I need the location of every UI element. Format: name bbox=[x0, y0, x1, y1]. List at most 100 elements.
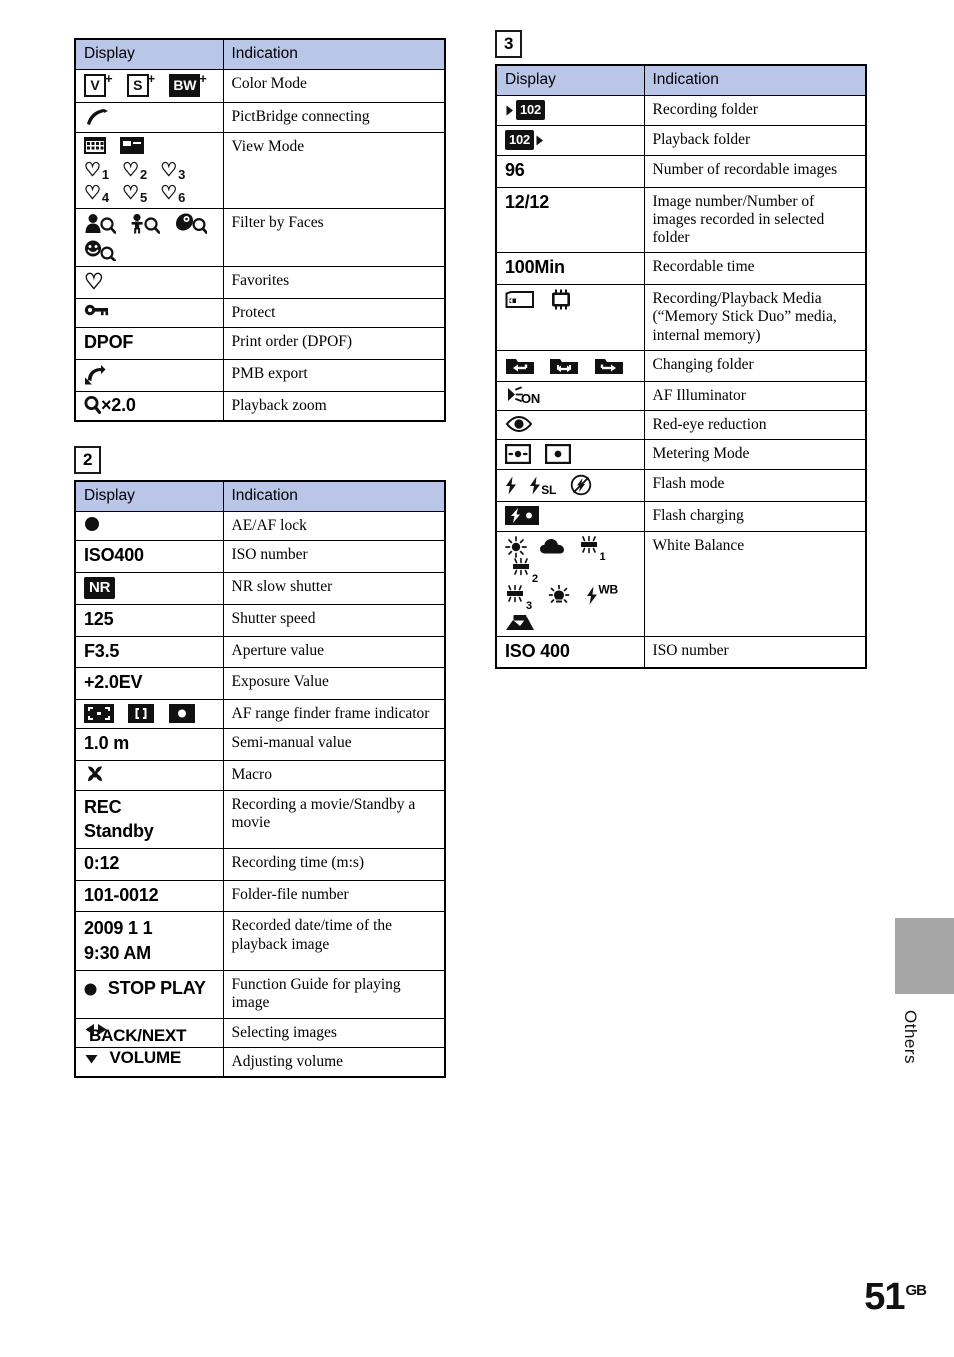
display-cell: 2009 1 1 9:30 AM bbox=[74, 911, 224, 972]
column-header-display: Display bbox=[74, 480, 224, 513]
display-cell: 0:12 bbox=[74, 848, 224, 881]
display-text: ISO400 bbox=[84, 545, 144, 566]
table-row: Red-eye reduction bbox=[495, 410, 867, 441]
indication-cell: Print order (DPOF) bbox=[222, 327, 446, 360]
af-frame-corners-icon bbox=[84, 703, 114, 723]
filmstrip-icon bbox=[120, 137, 145, 154]
section-side-label: Others bbox=[901, 1010, 920, 1065]
nr-box-icon: NR bbox=[84, 577, 116, 600]
table-row: Macro bbox=[74, 759, 446, 791]
table-row: Protect bbox=[74, 297, 446, 329]
display-text: ISO 400 bbox=[505, 640, 570, 661]
display-cell bbox=[495, 439, 645, 471]
table-row: ♡1 ♡2 ♡3 ♡4 ♡5 ♡6 View Mode bbox=[74, 132, 446, 209]
display-cell bbox=[74, 208, 224, 267]
column-header-display: Display bbox=[495, 64, 645, 96]
indication-cell: Red-eye reduction bbox=[643, 410, 867, 441]
table-row: AF range finder frame indicator bbox=[74, 698, 446, 730]
display-cell bbox=[74, 759, 224, 791]
af-illuminator-label: ON bbox=[521, 391, 541, 407]
wb-fluorescent-2-icon: 2 bbox=[511, 557, 538, 584]
display-cell: 1.0 m bbox=[74, 728, 224, 761]
af-frame-dot-icon bbox=[168, 703, 195, 723]
indication-cell: Recording/Playback Media (“Memory Stick … bbox=[643, 284, 867, 351]
table-row: DPOF Print order (DPOF) bbox=[74, 327, 446, 360]
down-arrow-icon bbox=[84, 1052, 99, 1065]
metering-multi-icon bbox=[505, 444, 531, 465]
display-text: 2009 1 1 9:30 AM bbox=[84, 918, 153, 963]
display-cell: 1 2 3 WB bbox=[495, 530, 645, 637]
left-right-arrow-icon bbox=[84, 1023, 108, 1036]
table-row: 125 Shutter speed bbox=[74, 604, 446, 637]
color-mode-sepia-icon: S + bbox=[126, 72, 155, 97]
table-row: STOP PLAY Function Guide for playing ima… bbox=[74, 970, 446, 1019]
table-row: 101-0012 Folder-file number bbox=[74, 879, 446, 913]
indication-cell: PMB export bbox=[222, 358, 446, 392]
display-text: 101-0012 bbox=[84, 884, 159, 905]
af-frame-brackets-icon bbox=[128, 703, 155, 723]
macro-flower-icon bbox=[84, 765, 106, 785]
table-row: AE/AF lock bbox=[74, 511, 446, 542]
display-cell bbox=[74, 511, 224, 542]
face-smile-search-icon bbox=[84, 240, 116, 261]
right-column: 3 Display Indication 102 Recording folde… bbox=[495, 30, 867, 670]
table-row: 96 Number of recordable images bbox=[495, 155, 867, 188]
indication-cell: Semi-manual value bbox=[222, 728, 446, 761]
table-header-row: Display Indication bbox=[74, 38, 446, 70]
indication-cell: Playback folder bbox=[643, 125, 867, 156]
table-row: PictBridge connecting bbox=[74, 102, 446, 133]
view-mode-heart-2: ♡2 bbox=[122, 160, 147, 182]
table-row: 1 2 3 WB White Balance bbox=[495, 530, 867, 637]
internal-memory-chip-icon bbox=[549, 289, 573, 310]
display-cell: ♡1 ♡2 ♡3 ♡4 ♡5 ♡6 bbox=[74, 132, 224, 209]
filled-circle-icon bbox=[84, 976, 97, 1000]
wb-fluorescent-3-icon: 3 bbox=[505, 585, 532, 612]
display-text: 100Min bbox=[505, 257, 565, 278]
indication-cell: PictBridge connecting bbox=[222, 102, 446, 133]
indication-cell: Flash mode bbox=[643, 469, 867, 503]
display-text: 12/12 bbox=[505, 191, 550, 212]
table-row: +2.0EV Exposure Value bbox=[74, 667, 446, 700]
display-cell: ISO400 bbox=[74, 540, 224, 574]
recording-folder-number: 102 bbox=[516, 100, 546, 120]
flash-on-icon bbox=[505, 476, 517, 495]
display-cell: 100Min bbox=[495, 252, 645, 286]
manual-page: Display Indication V + S + BW + Color Mode bbox=[0, 0, 954, 1357]
table-row: 102 Playback folder bbox=[495, 125, 867, 156]
table-header-row: Display Indication bbox=[495, 64, 867, 96]
view-mode-heart-1: ♡1 bbox=[84, 160, 109, 182]
view-mode-heart-5: ♡5 bbox=[122, 183, 147, 205]
table-display-indication-2: Display Indication AE/AF lock ISO400 ISO… bbox=[74, 480, 446, 1079]
wb-flash-icon: WB bbox=[586, 584, 618, 605]
indication-cell: Adjusting volume bbox=[222, 1046, 446, 1078]
display-cell: 125 bbox=[74, 604, 224, 637]
wb-one-push-icon bbox=[505, 614, 535, 631]
view-mode-heart-3: ♡3 bbox=[160, 160, 186, 182]
view-mode-heart-4: ♡4 bbox=[84, 183, 109, 205]
display-cell: 12/12 bbox=[495, 186, 645, 254]
page-region-code: GB bbox=[905, 1282, 927, 1300]
table-row: 2009 1 1 9:30 AM Recorded date/time of t… bbox=[74, 911, 446, 972]
table-row: 100Min Recordable time bbox=[495, 252, 867, 286]
af-illuminator-icon bbox=[505, 386, 523, 404]
display-text: +2.0EV bbox=[84, 672, 143, 693]
column-header-display: Display bbox=[74, 38, 224, 70]
display-cell bbox=[495, 284, 645, 351]
wb-cloudy-icon bbox=[539, 538, 565, 555]
display-cell: +2.0EV bbox=[74, 667, 224, 700]
indication-cell: Image number/Number of images recorded i… bbox=[643, 186, 867, 254]
display-cell: SL bbox=[495, 469, 645, 503]
indication-cell: Color Mode bbox=[222, 69, 446, 103]
indication-cell: Favorites bbox=[222, 266, 446, 299]
indication-cell: Playback zoom bbox=[222, 390, 446, 422]
table-header-row: Display Indication bbox=[74, 480, 446, 513]
indication-cell: Filter by Faces bbox=[222, 208, 446, 267]
flash-charging-icon bbox=[505, 506, 539, 526]
column-header-indication: Indication bbox=[222, 480, 446, 513]
display-cell: DPOF bbox=[74, 327, 224, 360]
display-cell bbox=[495, 501, 645, 532]
display-cell: 102 bbox=[495, 95, 645, 126]
display-cell: V + S + BW + bbox=[74, 69, 224, 103]
indication-cell: Number of recordable images bbox=[643, 155, 867, 188]
magnifier-icon bbox=[84, 395, 101, 414]
